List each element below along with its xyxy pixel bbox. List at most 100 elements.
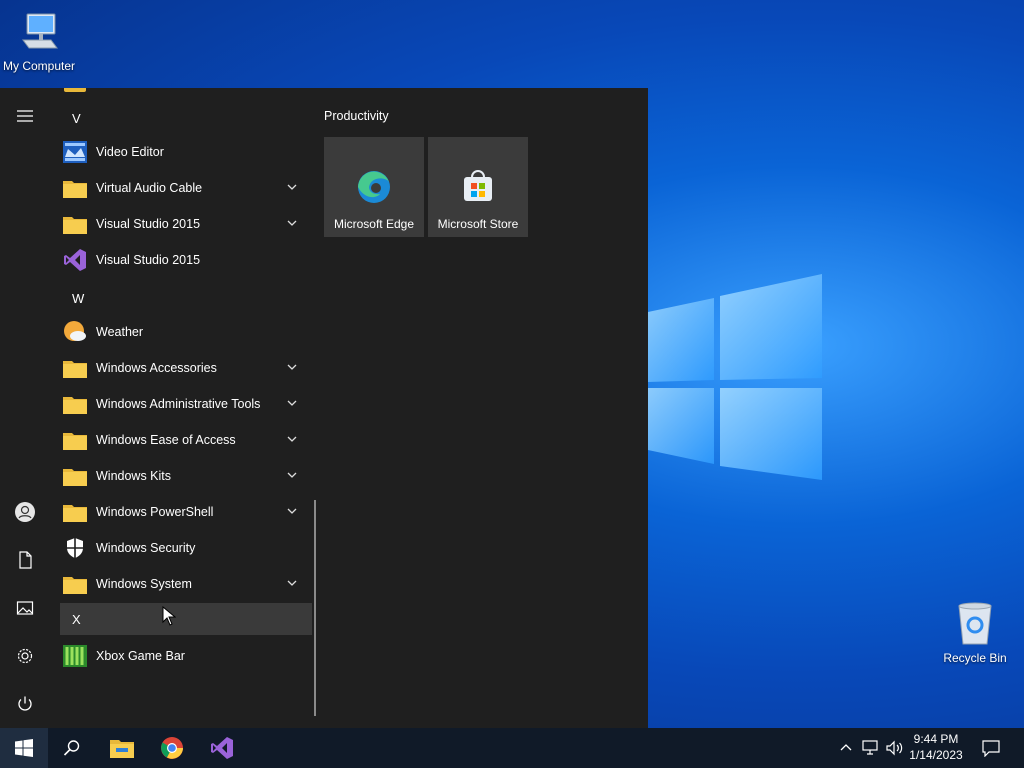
- chevron-down-icon[interactable]: [286, 361, 298, 373]
- hamburger-icon: [17, 110, 33, 122]
- file-explorer-icon: [110, 740, 134, 758]
- letter-header-x[interactable]: X: [60, 603, 312, 635]
- chevron-down-icon[interactable]: [286, 181, 298, 193]
- folder-icon: [63, 577, 87, 594]
- documents-button[interactable]: [0, 540, 50, 580]
- documents-icon: [19, 551, 32, 569]
- folder-icon: [63, 433, 87, 450]
- letter-label: V: [72, 110, 81, 126]
- tile-group-title[interactable]: Productivity: [324, 109, 389, 123]
- computer-icon: [22, 13, 58, 49]
- visual-studio-icon: [211, 737, 233, 759]
- chrome-icon: [161, 737, 183, 759]
- network-button[interactable]: [860, 728, 882, 768]
- desktop-icon-my-computer[interactable]: My Computer: [0, 10, 78, 73]
- show-hidden-icons-button[interactable]: [836, 728, 856, 768]
- power-icon: [18, 696, 32, 711]
- search-button[interactable]: [48, 728, 96, 768]
- folder-label: Windows Kits: [96, 469, 172, 483]
- app-label: Xbox Game Bar: [96, 649, 185, 663]
- user-icon: [15, 502, 35, 522]
- weather-icon: [64, 321, 86, 341]
- chevron-down-icon[interactable]: [286, 433, 298, 445]
- start-menu: V Video Editor Virtual Audio Cable Visua…: [0, 88, 648, 728]
- folder-label: Visual Studio 2015: [96, 217, 201, 231]
- app-label: Weather: [96, 325, 144, 339]
- clock-time: 9:44 PM: [913, 732, 959, 746]
- chevron-down-icon[interactable]: [286, 577, 298, 589]
- mouse-cursor-icon: [162, 606, 176, 626]
- folder-label: Windows System: [96, 577, 192, 591]
- folder-windows-kits[interactable]: Windows Kits: [60, 459, 304, 493]
- app-windows-security[interactable]: Windows Security: [60, 531, 304, 565]
- store-icon: [464, 170, 492, 201]
- folder-label: Windows PowerShell: [96, 505, 214, 519]
- clock-date: 1/14/2023: [909, 748, 963, 762]
- pictures-button[interactable]: [0, 588, 50, 628]
- folder-windows-administrative-tools[interactable]: Windows Administrative Tools: [60, 387, 304, 421]
- start-icon: [15, 739, 33, 757]
- app-video-editor[interactable]: Video Editor: [60, 135, 304, 169]
- chevron-up-icon: [840, 744, 852, 751]
- volume-icon: [886, 740, 903, 756]
- edge-icon: [358, 171, 390, 203]
- taskbar-chrome[interactable]: [148, 728, 196, 768]
- start-button[interactable]: [0, 728, 48, 768]
- desktop-icon-recycle-bin[interactable]: Recycle Bin: [940, 600, 1010, 665]
- folder-icon: [63, 469, 87, 486]
- chevron-down-icon[interactable]: [286, 505, 298, 517]
- desktop-icon-label: Recycle Bin: [943, 651, 1007, 665]
- chevron-down-icon[interactable]: [286, 469, 298, 481]
- folder-label: Windows Ease of Access: [96, 433, 236, 447]
- tile-microsoft-edge[interactable]: Microsoft Edge: [324, 137, 424, 237]
- app-xbox-game-bar[interactable]: Xbox Game Bar: [60, 639, 304, 673]
- chevron-down-icon[interactable]: [286, 397, 298, 409]
- visual-studio-icon: [64, 249, 86, 271]
- folder-label: Virtual Audio Cable: [96, 181, 203, 195]
- taskbar-visual-studio[interactable]: [198, 728, 246, 768]
- folder-windows-system[interactable]: Windows System: [60, 567, 304, 601]
- tile-microsoft-store[interactable]: Microsoft Store: [428, 137, 528, 237]
- network-icon: [862, 740, 878, 755]
- desktop-icon-label: My Computer: [2, 59, 76, 73]
- user-account-button[interactable]: [0, 492, 50, 532]
- start-rail: [0, 88, 50, 728]
- folder-windows-ease-of-access[interactable]: Windows Ease of Access: [60, 423, 304, 457]
- folder-virtual-audio-cable[interactable]: Virtual Audio Cable: [60, 171, 304, 205]
- app-visual-studio-2015[interactable]: Visual Studio 2015: [60, 243, 304, 277]
- app-label: Windows Security: [96, 541, 196, 555]
- notification-icon: [982, 740, 1000, 757]
- shield-icon: [67, 538, 83, 558]
- folder-icon: [63, 181, 87, 198]
- letter-header-v[interactable]: V: [60, 101, 312, 135]
- pictures-icon: [16, 601, 34, 615]
- taskbar-file-explorer[interactable]: [98, 728, 146, 768]
- folder-icon: [63, 217, 87, 234]
- letter-label: W: [72, 290, 85, 306]
- app-weather[interactable]: Weather: [60, 315, 304, 349]
- folder-windows-powershell[interactable]: Windows PowerShell: [60, 495, 304, 529]
- search-icon: [63, 740, 80, 756]
- folder-windows-accessories[interactable]: Windows Accessories: [60, 351, 304, 385]
- clock[interactable]: 9:44 PM 1/14/2023: [906, 731, 966, 763]
- power-button[interactable]: [0, 684, 50, 724]
- folder-label: Windows Administrative Tools: [96, 397, 261, 411]
- settings-icon: [17, 648, 33, 664]
- settings-button[interactable]: [0, 636, 50, 676]
- letter-label: X: [72, 611, 81, 627]
- folder-icon: [63, 505, 87, 522]
- app-list-scrollbar[interactable]: [314, 500, 316, 716]
- folder-visual-studio-2015[interactable]: Visual Studio 2015: [60, 207, 304, 241]
- folder-icon: [63, 361, 87, 378]
- folder-icon: [63, 397, 87, 414]
- chevron-down-icon[interactable]: [286, 217, 298, 229]
- xbox-game-bar-icon: [63, 645, 87, 667]
- expand-menu-button[interactable]: [0, 96, 50, 136]
- app-list[interactable]: V Video Editor Virtual Audio Cable Visua…: [50, 88, 312, 728]
- action-center-button[interactable]: [976, 728, 1006, 768]
- letter-header-w[interactable]: W: [60, 281, 312, 315]
- folder-icon: [64, 88, 86, 92]
- tile-label: Microsoft Edge: [333, 217, 415, 231]
- recycle-bin-icon: [958, 602, 992, 645]
- volume-button[interactable]: [884, 728, 906, 768]
